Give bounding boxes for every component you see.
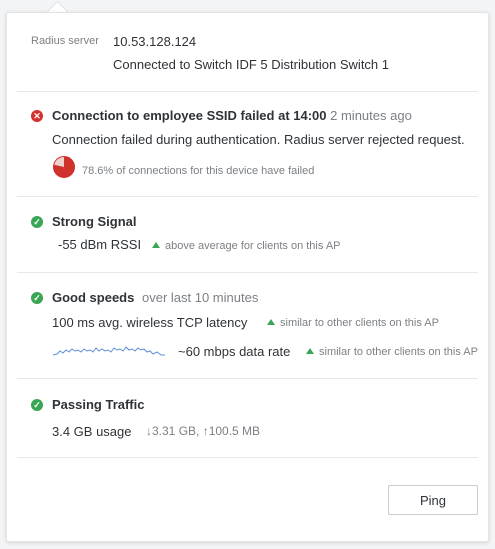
check-circle-icon: ✓ [31, 399, 43, 411]
client-health-popover: Radius server 10.53.128.124 Connected to… [6, 12, 489, 542]
rate-note: similar to other clients on this AP [306, 346, 478, 358]
radius-server-connection: Connected to Switch IDF 5 Distribution S… [113, 57, 390, 72]
signal-note-text: above average for clients on this AP [165, 240, 341, 252]
traffic-breakdown: ↓3.31 GB, ↑100.5 MB [146, 424, 261, 438]
check-circle-icon: ✓ [31, 216, 43, 228]
traffic-title: Passing Traffic [52, 397, 145, 412]
data-rate-sparkline [53, 346, 165, 356]
divider [17, 457, 478, 458]
latency-note-text: similar to other clients on this AP [280, 317, 439, 329]
signal-note: above average for clients on this AP [152, 240, 341, 252]
divider [17, 378, 478, 379]
signal-value: -55 dBm RSSI [58, 237, 142, 252]
up-triangle-icon [267, 319, 275, 325]
failure-time-ago: 2 minutes ago [330, 108, 412, 123]
pie-chart-icon [53, 156, 75, 178]
radius-server-label: Radius server [31, 35, 99, 47]
speeds-heading: Good speeds over last 10 minutes [52, 290, 258, 305]
traffic-usage: 3.4 GB usage [52, 424, 132, 439]
rate-note-text: similar to other clients on this AP [319, 346, 478, 358]
up-triangle-icon [152, 242, 160, 248]
speeds-title: Good speeds [52, 290, 135, 305]
x-circle-icon: ✕ [31, 110, 43, 122]
check-circle-icon: ✓ [31, 292, 43, 304]
divider [17, 196, 478, 197]
speeds-rate: ~60 mbps data rate [178, 344, 291, 359]
signal-title: Strong Signal [52, 214, 137, 229]
speeds-latency: 100 ms avg. wireless TCP latency [52, 315, 248, 330]
ping-button[interactable]: Ping [388, 485, 478, 515]
radius-server-ip: 10.53.128.124 [113, 34, 197, 49]
divider [17, 91, 478, 92]
up-triangle-icon [306, 348, 314, 354]
failure-title: Connection to employee SSID failed at 14… [52, 108, 327, 123]
divider [17, 272, 478, 273]
latency-note: similar to other clients on this AP [267, 317, 439, 329]
failure-heading: Connection to employee SSID failed at 14… [52, 108, 412, 123]
failure-detail: Connection failed during authentication.… [52, 132, 465, 147]
speeds-period: over last 10 minutes [141, 290, 259, 305]
failure-stat: 78.6% of connections for this device hav… [82, 165, 315, 177]
